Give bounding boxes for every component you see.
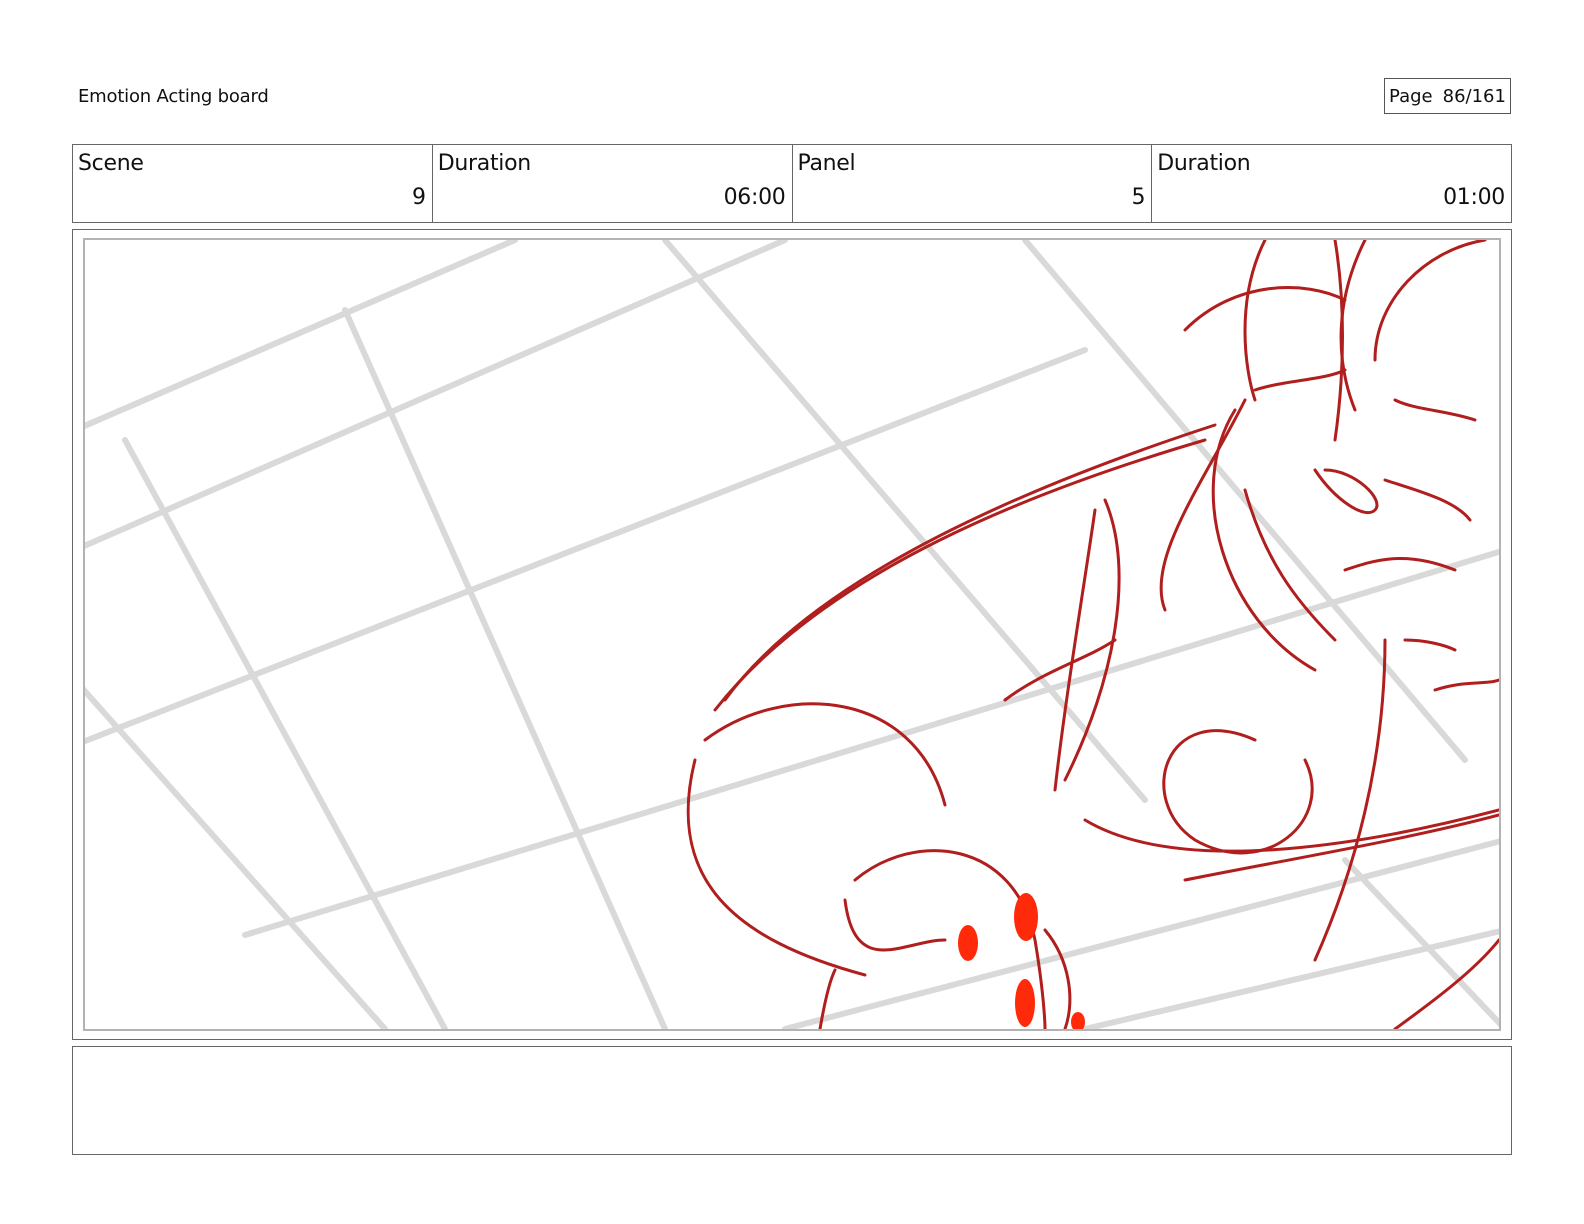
- fill-mark: [1014, 893, 1038, 941]
- scene-duration-cell: Duration 06:00: [433, 145, 793, 222]
- grid-line: [1082, 928, 1499, 1029]
- panel-cell: Panel 5: [793, 145, 1153, 222]
- panel-caption-box[interactable]: [72, 1046, 1512, 1155]
- sketch-stroke: [1183, 813, 1499, 882]
- panel-label: Panel: [797, 151, 856, 176]
- scene-duration-value: 06:00: [723, 185, 786, 210]
- panel-info-row: Scene 9 Duration 06:00 Panel 5 Duration …: [72, 144, 1512, 223]
- sketch-stroke: [1313, 468, 1379, 515]
- sketch-fill-marks: [958, 893, 1085, 1029]
- character-sketch: [686, 240, 1499, 1029]
- sketch-stroke: [1162, 729, 1314, 855]
- fill-mark: [958, 925, 978, 961]
- board-title: Emotion Acting board: [78, 86, 269, 107]
- sketch-stroke: [1043, 928, 1072, 1029]
- scene-value: 9: [412, 185, 426, 210]
- sketch-stroke: [1253, 368, 1347, 392]
- panel-value: 5: [1131, 185, 1146, 210]
- fill-mark: [1071, 1012, 1085, 1029]
- page-number: 86/161: [1442, 85, 1506, 107]
- scene-duration-label: Duration: [437, 151, 531, 176]
- panel-drawing-area: [83, 238, 1501, 1031]
- sketch-stroke: [1003, 638, 1117, 702]
- sketch-stroke: [1339, 240, 1367, 412]
- sketch-stroke: [1403, 638, 1457, 652]
- sketch-stroke: [1383, 478, 1472, 522]
- grid-line: [85, 240, 518, 429]
- panel-duration-label: Duration: [1157, 151, 1251, 176]
- storyboard-panel: [72, 229, 1512, 1040]
- grid-line: [85, 240, 788, 549]
- sketch-stroke: [843, 898, 947, 952]
- grid-line: [85, 686, 388, 1029]
- fill-mark: [1015, 979, 1035, 1027]
- grid-line: [85, 347, 1088, 745]
- sketch-stroke: [1433, 678, 1499, 692]
- sketch-stroke: [1053, 508, 1097, 792]
- sketch-stroke: [1373, 240, 1487, 362]
- grid-line: [342, 307, 668, 1029]
- page-label: Page: [1389, 85, 1433, 107]
- grid-line: [662, 240, 1148, 803]
- sketch-drawing: [85, 240, 1499, 1029]
- scene-label: Scene: [78, 151, 144, 176]
- panel-duration-value: 01:00: [1443, 185, 1505, 210]
- sketch-stroke: [1243, 240, 1267, 402]
- grid-line: [1342, 857, 1499, 1028]
- sketch-stroke: [1333, 240, 1344, 442]
- grid-line: [782, 838, 1499, 1029]
- sketch-stroke: [1393, 398, 1477, 422]
- grid-line: [122, 437, 448, 1029]
- scene-cell: Scene 9: [73, 145, 433, 222]
- page-indicator: Page 86/161: [1384, 78, 1511, 114]
- sketch-stroke: [1183, 286, 1347, 332]
- sketch-stroke: [703, 702, 947, 807]
- sketch-stroke: [713, 438, 1207, 712]
- sketch-stroke: [1313, 638, 1387, 962]
- panel-duration-cell: Duration 01:00: [1152, 145, 1511, 222]
